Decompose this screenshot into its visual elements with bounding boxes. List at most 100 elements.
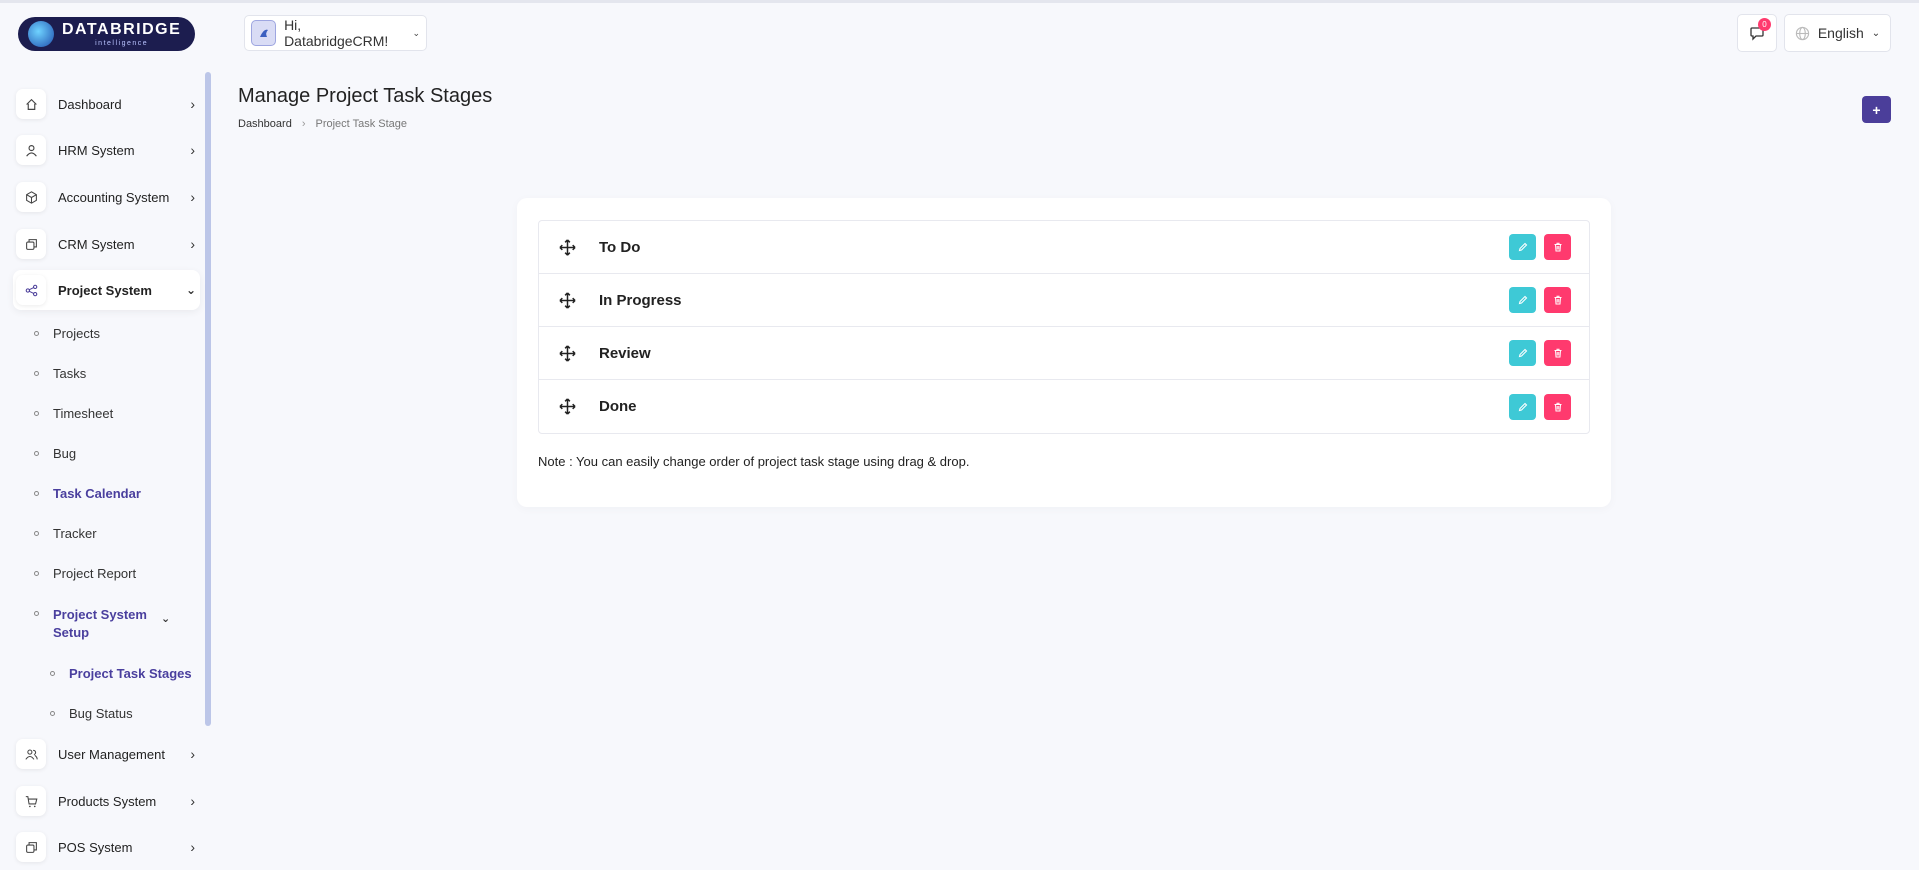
drag-move-icon[interactable] <box>559 238 576 256</box>
stage-row[interactable]: Done <box>539 380 1589 433</box>
pencil-icon <box>1518 295 1527 305</box>
sidebar-item-project-system[interactable]: Project System ⌄ <box>13 270 200 310</box>
sidebar-scrollbar[interactable] <box>205 72 211 726</box>
edit-button[interactable] <box>1509 234 1536 260</box>
bullet-icon <box>34 331 39 336</box>
sidebar-sub-task-calendar[interactable]: Task Calendar <box>34 486 141 501</box>
stage-row[interactable]: In Progress <box>539 274 1589 327</box>
sidebar-item-crm[interactable]: CRM System › <box>16 224 199 264</box>
globe-icon <box>1795 26 1809 40</box>
notification-button[interactable]: 0 <box>1737 14 1777 52</box>
edit-button[interactable] <box>1509 340 1536 366</box>
trash-icon <box>1554 348 1561 358</box>
sub-label: Project Task Stages <box>69 666 192 681</box>
drag-move-icon[interactable] <box>559 344 576 362</box>
chevron-down-icon: ⌄ <box>412 27 420 38</box>
chevron-right-icon: › <box>190 793 195 809</box>
drag-move-icon[interactable] <box>559 291 576 309</box>
layers-icon <box>16 832 46 862</box>
brand-name: DATABRIDGE <box>62 20 182 38</box>
sidebar-item-label: Project System <box>58 282 152 298</box>
breadcrumb-separator-icon: › <box>301 118 306 130</box>
breadcrumb: Dashboard › Project Task Stage <box>238 118 407 130</box>
sidebar-sub-projects[interactable]: Projects <box>34 326 100 341</box>
pencil-icon <box>1518 402 1527 411</box>
drag-drop-note: Note : You can easily change order of pr… <box>538 454 970 469</box>
bullet-icon <box>34 371 39 376</box>
bullet-icon <box>50 711 55 716</box>
sub-label: Bug Status <box>69 706 133 721</box>
bullet-icon <box>34 491 39 496</box>
bullet-icon <box>34 611 39 616</box>
stage-name: In Progress <box>599 291 682 309</box>
breadcrumb-link-dashboard[interactable]: Dashboard <box>238 118 292 130</box>
sub-label: Tasks <box>53 366 87 381</box>
sidebar-item-user-management[interactable]: User Management › <box>16 734 199 774</box>
sidebar-item-label: HRM System <box>58 142 135 158</box>
sub-label: Projects <box>53 326 100 341</box>
avatar <box>251 20 277 46</box>
sidebar-item-label: User Management <box>58 746 165 762</box>
user-greeting: Hi, DatabridgeCRM! <box>284 17 389 49</box>
stage-name: Review <box>599 344 651 362</box>
sidebar-item-accounting[interactable]: Accounting System › <box>16 177 199 217</box>
stage-name: Done <box>599 398 637 415</box>
delete-button[interactable] <box>1544 340 1571 366</box>
sidebar-item-products[interactable]: Products System › <box>16 781 199 821</box>
bullet-icon <box>34 451 39 456</box>
drag-move-icon[interactable] <box>559 398 576 415</box>
bullet-icon <box>34 411 39 416</box>
sidebar-sub-tasks[interactable]: Tasks <box>34 366 86 381</box>
sub-label: Tracker <box>53 526 97 541</box>
sidebar-sub-project-system-setup[interactable]: Project System Setup ⌄ <box>34 606 194 642</box>
chevron-right-icon: › <box>190 839 195 855</box>
top-border <box>0 0 1919 3</box>
chevron-right-icon: › <box>190 142 195 158</box>
task-stages-card: To Do In Progress Review Done Note : You… <box>517 198 1611 507</box>
share-icon <box>16 275 46 305</box>
brand-logo[interactable]: DATABRIDGE intelligence <box>18 17 195 51</box>
pencil-icon <box>1518 348 1527 358</box>
sidebar-item-hrm[interactable]: HRM System › <box>16 130 199 170</box>
bullet-icon <box>34 571 39 576</box>
chevron-right-icon: › <box>190 96 195 112</box>
sidebar-item-pos[interactable]: POS System › <box>16 827 199 867</box>
trash-icon <box>1554 295 1561 305</box>
language-selector[interactable]: English ⌄ <box>1784 14 1891 52</box>
chevron-right-icon: › <box>190 236 195 252</box>
sidebar-sub-tracker[interactable]: Tracker <box>34 526 97 541</box>
bullet-icon <box>50 671 55 676</box>
user-icon <box>16 135 46 165</box>
sidebar-sub-project-report[interactable]: Project Report <box>34 566 136 581</box>
sidebar-sub-bug[interactable]: Bug <box>34 446 76 461</box>
chevron-down-icon: ⌄ <box>161 613 171 625</box>
stage-name: To Do <box>599 238 641 256</box>
edit-button[interactable] <box>1509 393 1536 420</box>
sidebar-sub-timesheet[interactable]: Timesheet <box>34 406 113 421</box>
sub-label: Task Calendar <box>53 486 141 501</box>
sidebar-item-dashboard[interactable]: Dashboard › <box>16 84 199 124</box>
delete-button[interactable] <box>1544 393 1571 420</box>
stage-row[interactable]: To Do <box>539 221 1589 274</box>
delete-button[interactable] <box>1544 287 1571 313</box>
layers-icon <box>16 229 46 259</box>
sub-label: Timesheet <box>53 406 114 421</box>
sidebar-item-label: CRM System <box>58 236 135 252</box>
sidebar-item-label: Accounting System <box>58 189 170 205</box>
sidebar-sub-project-task-stages[interactable]: Project Task Stages <box>50 666 192 681</box>
breadcrumb-current: Project Task Stage <box>315 118 408 130</box>
edit-button[interactable] <box>1509 287 1536 313</box>
box-icon <box>16 182 46 212</box>
brand-tagline: intelligence <box>95 39 149 47</box>
sidebar-sub-bug-status[interactable]: Bug Status <box>50 706 133 721</box>
trash-icon <box>1554 242 1561 252</box>
logo-mark-icon <box>28 21 54 47</box>
sub-label: Project System Setup <box>53 607 147 640</box>
add-stage-button[interactable]: + <box>1862 96 1891 123</box>
chevron-right-icon: › <box>190 746 195 762</box>
delete-button[interactable] <box>1544 234 1571 260</box>
language-label: English <box>1817 25 1864 41</box>
user-menu-button[interactable]: Hi, DatabridgeCRM! ⌄ <box>244 15 427 51</box>
notification-badge: 0 <box>1758 18 1771 31</box>
stage-row[interactable]: Review <box>539 327 1589 380</box>
